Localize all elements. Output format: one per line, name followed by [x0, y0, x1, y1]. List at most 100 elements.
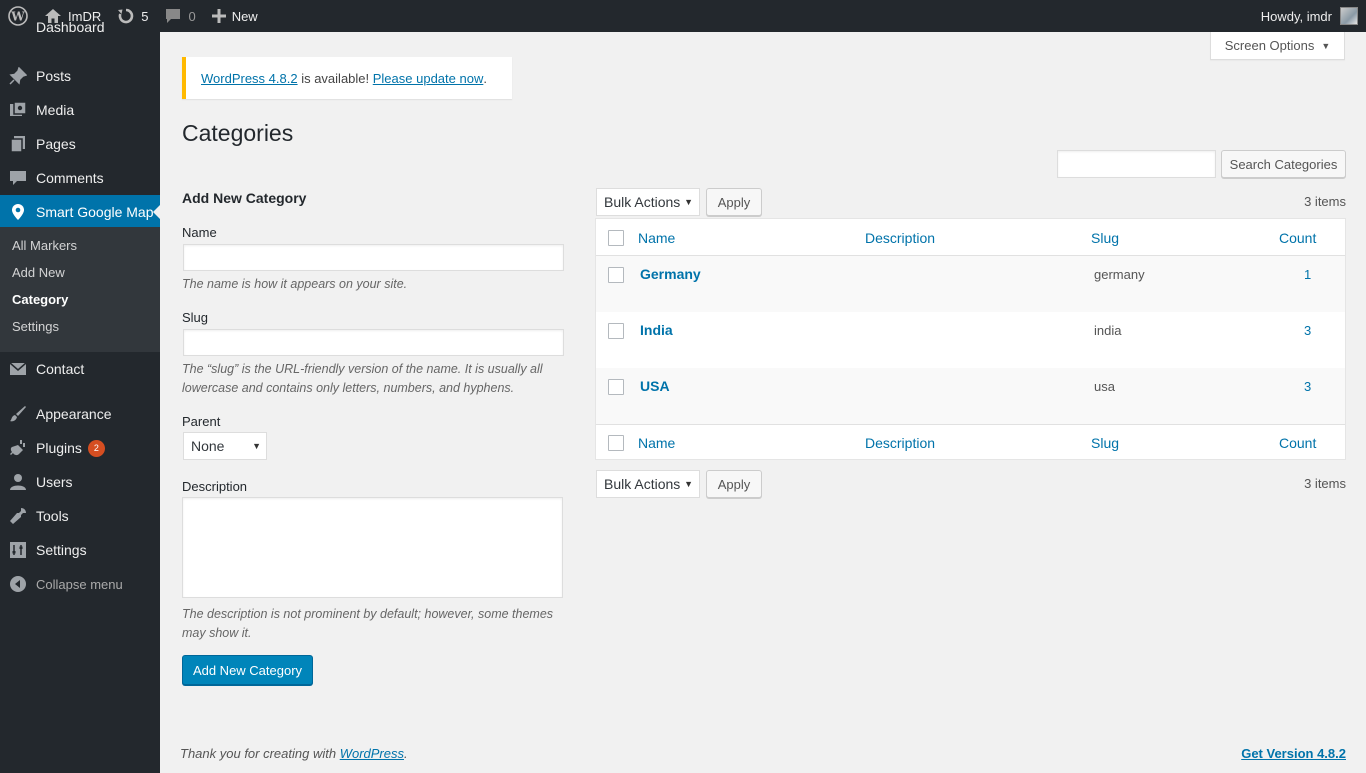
row-name-link[interactable]: Germany — [640, 266, 701, 282]
column-count-header[interactable]: Count — [1279, 230, 1316, 246]
caret-down-icon: ▼ — [684, 479, 693, 489]
pages-icon — [0, 135, 36, 153]
page-title: Categories — [182, 120, 294, 146]
caret-down-icon: ▼ — [1321, 40, 1331, 51]
settings-icon — [0, 541, 36, 559]
name-field[interactable] — [183, 244, 564, 271]
bulk-actions-select-bottom[interactable]: Bulk Actions ▼ — [596, 470, 700, 498]
table-header: Name Description Slug Count — [596, 219, 1345, 256]
row-slug: germany — [1094, 267, 1145, 282]
row-name-link[interactable]: India — [640, 322, 673, 338]
description-textarea[interactable] — [182, 497, 563, 598]
categories-table: Name Description Slug Count Germany germ… — [595, 218, 1346, 460]
get-version-link[interactable]: Get Version 4.8.2 — [1241, 746, 1346, 761]
collapse-menu-button[interactable]: Collapse menu — [0, 567, 160, 601]
new-content-link[interactable]: New — [204, 0, 266, 32]
sidebar-item-users[interactable]: Users — [0, 465, 160, 499]
comment-bubble-icon — [164, 8, 182, 24]
name-label: Name — [182, 225, 217, 240]
sidebar-item-smart-google-map[interactable]: Smart Google Map — [0, 195, 160, 229]
wrench-icon — [0, 507, 36, 525]
caret-down-icon: ▼ — [252, 441, 261, 451]
plug-icon — [0, 439, 36, 457]
update-now-link[interactable]: Please update now — [373, 71, 484, 86]
column-description-footer[interactable]: Description — [865, 435, 935, 451]
items-count-bottom: 3 items — [1304, 476, 1346, 491]
update-notice: WordPress 4.8.2 is available! Please upd… — [182, 57, 512, 99]
description-label: Description — [182, 479, 248, 494]
submenu-all-markers[interactable]: All Markers — [12, 238, 77, 253]
column-count-footer[interactable]: Count — [1279, 435, 1316, 451]
admin-bar: W ImDR 5 0 New Howdy, imdr — [0, 0, 1366, 32]
apply-button-top[interactable]: Apply — [706, 188, 762, 216]
slug-help: The “slug” is the URL-friendly version o… — [182, 362, 543, 395]
bulk-actions-select-top[interactable]: Bulk Actions ▼ — [596, 188, 700, 216]
column-slug-footer[interactable]: Slug — [1091, 435, 1119, 451]
submenu-settings[interactable]: Settings — [12, 319, 59, 334]
comments-link[interactable]: 0 — [156, 0, 203, 32]
comments-count: 0 — [188, 8, 196, 24]
row-count-link[interactable]: 3 — [1304, 323, 1311, 338]
add-new-category-heading: Add New Category — [182, 190, 307, 206]
select-all-checkbox[interactable] — [608, 230, 624, 246]
collapse-arrow-icon — [0, 575, 36, 593]
plugins-update-badge: 2 — [87, 439, 105, 457]
description-help: The description is not prominent by defa… — [182, 607, 554, 640]
pushpin-icon — [0, 67, 36, 85]
caret-down-icon: ▼ — [684, 197, 693, 207]
slug-field[interactable] — [183, 329, 564, 356]
wordpress-version-link[interactable]: WordPress 4.8.2 — [201, 71, 298, 86]
add-new-category-button[interactable]: Add New Category — [182, 655, 313, 685]
row-count-link[interactable]: 1 — [1304, 267, 1311, 282]
select-all-checkbox-bottom[interactable] — [608, 435, 624, 451]
sidebar-item-posts[interactable]: Posts — [0, 59, 160, 93]
smart-google-map-submenu: All Markers Add New Category Settings — [0, 227, 160, 352]
row-checkbox[interactable] — [608, 267, 624, 283]
row-checkbox[interactable] — [608, 323, 624, 339]
mail-icon — [0, 362, 36, 376]
column-name-footer[interactable]: Name — [638, 435, 675, 451]
name-help: The name is how it appears on your site. — [182, 277, 408, 291]
parent-label: Parent — [182, 414, 221, 429]
sidebar-item-contact[interactable]: Contact — [0, 352, 160, 386]
sidebar-item-plugins[interactable]: Plugins 2 — [0, 431, 160, 465]
plus-icon — [211, 9, 226, 23]
user-icon — [0, 473, 36, 491]
map-pin-icon — [0, 203, 36, 221]
new-label: New — [231, 8, 258, 24]
table-footer: Name Description Slug Count — [596, 424, 1345, 460]
row-checkbox[interactable] — [608, 379, 624, 395]
row-name-link[interactable]: USA — [640, 378, 670, 394]
sidebar-item-settings[interactable]: Settings — [0, 533, 160, 567]
search-input[interactable] — [1057, 150, 1216, 178]
submenu-add-new[interactable]: Add New — [12, 265, 65, 280]
howdy-text: Howdy, imdr — [1260, 8, 1332, 24]
row-slug: usa — [1094, 379, 1115, 394]
sidebar-item-dashboard[interactable]: Dashboard — [0, 18, 160, 40]
my-account-link[interactable]: Howdy, imdr — [1253, 0, 1366, 32]
table-row: Germany germany 1 — [596, 256, 1345, 312]
parent-select[interactable]: None ▼ — [183, 432, 267, 460]
avatar — [1340, 7, 1358, 25]
apply-button-bottom[interactable]: Apply — [706, 470, 762, 498]
screen-options-button[interactable]: Screen Options ▼ — [1210, 32, 1345, 60]
column-slug-header[interactable]: Slug — [1091, 230, 1119, 246]
table-row: USA usa 3 — [596, 368, 1345, 424]
sidebar-item-tools[interactable]: Tools — [0, 499, 160, 533]
comment-icon — [0, 169, 36, 187]
slug-label: Slug — [182, 310, 209, 325]
sidebar-item-comments[interactable]: Comments — [0, 161, 160, 195]
column-description-header[interactable]: Description — [865, 230, 935, 246]
submenu-category[interactable]: Category — [12, 292, 68, 307]
main-content: Screen Options ▼ WordPress 4.8.2 is avai… — [160, 32, 1366, 773]
row-count-link[interactable]: 3 — [1304, 379, 1311, 394]
sidebar-item-media[interactable]: Media — [0, 93, 160, 127]
wordpress-link[interactable]: WordPress — [340, 746, 404, 761]
column-name-header[interactable]: Name — [638, 230, 675, 246]
row-slug: india — [1094, 323, 1122, 338]
media-icon — [0, 101, 36, 119]
sidebar-item-appearance[interactable]: Appearance — [0, 397, 160, 431]
admin-sidebar: Dashboard Posts Media Pages Comments Sma… — [0, 19, 160, 773]
sidebar-item-pages[interactable]: Pages — [0, 127, 160, 161]
search-categories-button[interactable]: Search Categories — [1221, 150, 1346, 178]
